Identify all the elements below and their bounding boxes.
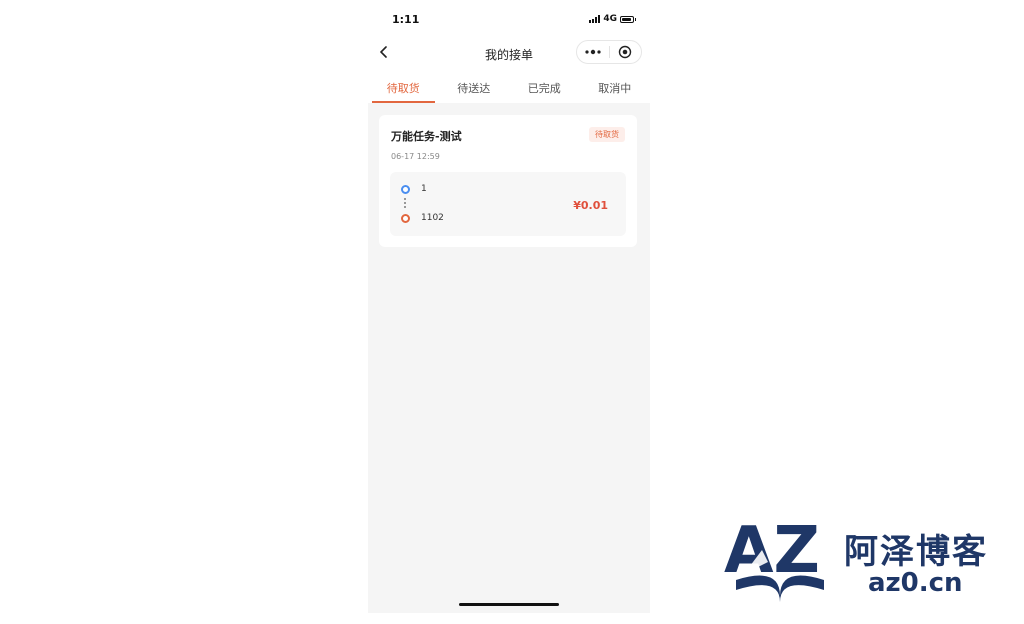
screen: 1:11 4G 我的接单 待取货 待送达 已完成 取消中 万能任务-测试 待取货…	[0, 0, 1024, 624]
order-card[interactable]: 万能任务-测试 待取货 06-17 12:59 1 1102 ¥0.01	[379, 115, 637, 247]
tab-pending-pickup[interactable]: 待取货	[368, 70, 439, 103]
battery-icon	[620, 15, 636, 23]
tab-completed[interactable]: 已完成	[509, 70, 580, 103]
signal-icon	[589, 15, 601, 23]
order-time: 06-17 12:59	[391, 152, 440, 161]
target-close-icon	[619, 45, 632, 59]
route-box: 1 1102 ¥0.01	[390, 172, 626, 236]
tab-pending-delivery[interactable]: 待送达	[439, 70, 510, 103]
dropoff-point-icon	[401, 214, 410, 223]
tab-cancelling[interactable]: 取消中	[580, 70, 651, 103]
status-time: 1:11	[392, 13, 420, 26]
more-button[interactable]	[577, 41, 609, 63]
route-dotted-line	[404, 198, 406, 210]
phone-screen: 1:11 4G 我的接单 待取货 待送达 已完成 取消中 万能任务-测试 待取货…	[368, 0, 650, 613]
pickup-address: 1	[421, 184, 427, 194]
status-bar: 1:11 4G	[368, 0, 650, 40]
status-badge: 待取货	[589, 127, 625, 142]
home-indicator	[459, 603, 559, 606]
network-label: 4G	[603, 14, 617, 24]
order-tabs: 待取货 待送达 已完成 取消中	[368, 70, 650, 103]
watermark: AZ 阿泽博客 az0.cn	[722, 510, 1002, 604]
close-button[interactable]	[610, 41, 642, 63]
order-price: ¥0.01	[573, 199, 608, 212]
nav-bar: 我的接单	[368, 38, 650, 68]
pickup-point-icon	[401, 185, 410, 194]
az-logo-icon: AZ	[724, 514, 824, 602]
watermark-name: 阿泽博客	[844, 532, 988, 572]
dropoff-address: 1102	[421, 213, 444, 223]
order-title: 万能任务-测试	[391, 130, 462, 143]
status-indicators: 4G	[589, 14, 636, 24]
watermark-domain: az0.cn	[868, 568, 963, 598]
more-dots-icon	[585, 49, 601, 55]
mini-program-capsule	[576, 40, 642, 64]
